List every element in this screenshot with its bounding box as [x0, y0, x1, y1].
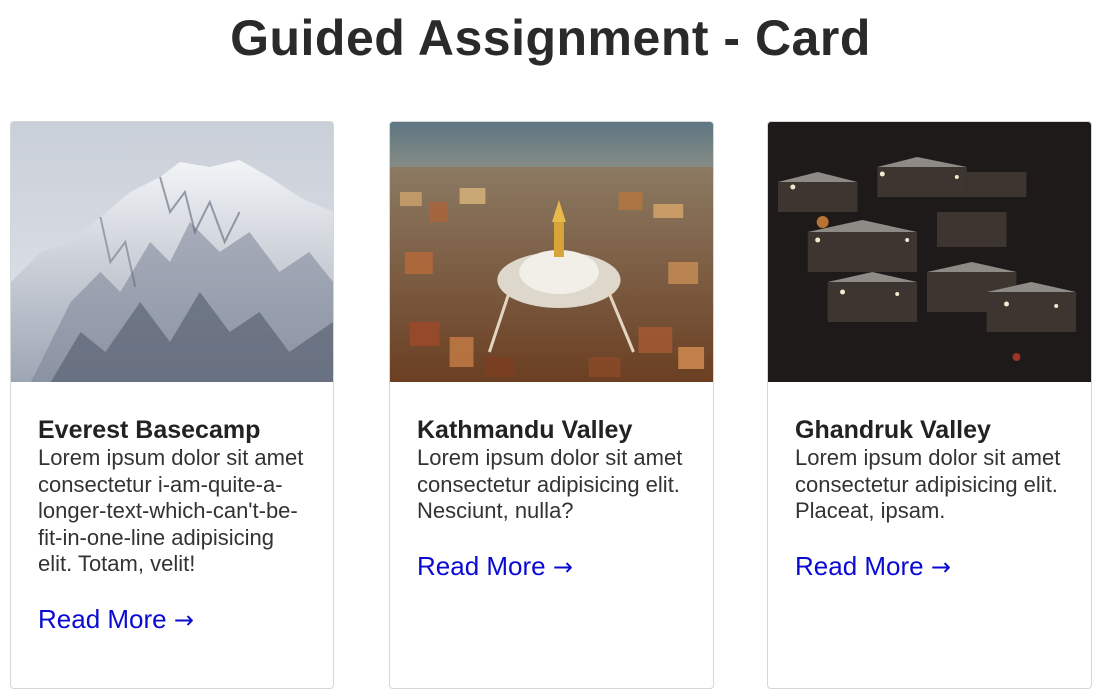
arrow-right-icon: →	[173, 605, 194, 634]
card-description: Lorem ipsum dolor sit amet consectetur a…	[795, 445, 1061, 523]
read-more-label: Read More	[417, 550, 546, 581]
snowy-mountain-image	[11, 122, 333, 382]
card-list: Everest Basecamp Lorem ipsum dolor sit a…	[10, 121, 1092, 691]
card-body: Everest Basecamp Lorem ipsum dolor sit a…	[11, 382, 333, 635]
arrow-right-icon: →	[552, 552, 573, 581]
read-more-link[interactable]: Read More →	[417, 551, 573, 582]
card-body: Ghandruk Valley Lorem ipsum dolor sit am…	[768, 382, 1091, 582]
read-more-label: Read More	[795, 550, 924, 581]
read-more-link[interactable]: Read More →	[38, 604, 194, 635]
card-title: Everest Basecamp	[38, 416, 261, 444]
card-description: Lorem ipsum dolor sit amet consectetur a…	[417, 445, 683, 523]
read-more-link[interactable]: Read More →	[795, 551, 951, 582]
card-description: Lorem ipsum dolor sit amet consectetur i…	[38, 445, 304, 576]
arrow-right-icon: →	[930, 552, 951, 581]
card-body: Kathmandu Valley Lorem ipsum dolor sit a…	[390, 382, 713, 582]
card-kathmandu: Kathmandu Valley Lorem ipsum dolor sit a…	[389, 121, 714, 689]
read-more-label: Read More	[38, 603, 167, 634]
card-title: Ghandruk Valley	[795, 416, 991, 444]
night-village-image	[768, 122, 1091, 382]
card-title: Kathmandu Valley	[417, 416, 633, 444]
card-ghandruk: Ghandruk Valley Lorem ipsum dolor sit am…	[767, 121, 1092, 689]
page-title: Guided Assignment - Card	[230, 10, 871, 66]
stupa-city-image	[390, 122, 713, 382]
card-everest: Everest Basecamp Lorem ipsum dolor sit a…	[10, 121, 334, 689]
